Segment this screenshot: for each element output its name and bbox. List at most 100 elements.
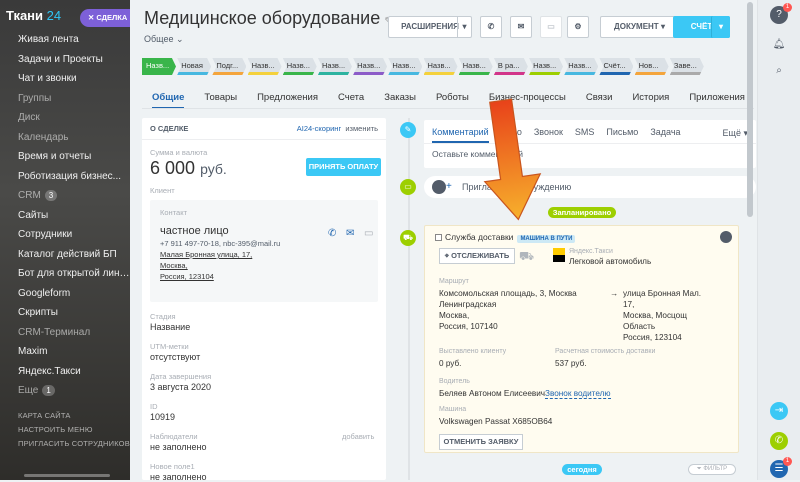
tab-item[interactable]: Роботы xyxy=(436,92,469,109)
chat-icon[interactable]: ▭ xyxy=(364,228,373,239)
sidebar-item[interactable]: Диск xyxy=(0,108,130,128)
stage-step[interactable]: Назв... xyxy=(317,58,352,75)
timeline-editor: КомментарийДелоЗвонокSMSПисьмоЗадача Ещё… xyxy=(424,120,756,168)
configure-menu-link[interactable]: НАСТРОИТЬ МЕНЮ xyxy=(0,423,130,437)
sidebar-item-label: Еще xyxy=(18,385,39,396)
bell-icon[interactable]: 🔔︎ xyxy=(770,36,788,54)
tab-item[interactable]: Предложения xyxy=(257,92,318,109)
more-tabs-button[interactable]: Ещё ▾ xyxy=(723,128,748,139)
pipeline-label: Общее xyxy=(144,34,174,44)
sidebar-item[interactable]: Календарь xyxy=(0,128,130,148)
track-label: ОТСЛЕЖИВАТЬ xyxy=(451,251,510,260)
invoice-dropdown-icon[interactable]: ▾ xyxy=(711,16,730,38)
phone-icon[interactable]: ✆ xyxy=(770,432,788,450)
tab-item[interactable]: Заказы xyxy=(384,92,416,109)
pipeline-selector[interactable]: Общее ⌄ xyxy=(144,34,184,45)
invite-to-discussion[interactable]: + Пригласить к обсуждению xyxy=(424,176,756,198)
sidebar-item[interactable]: Яндекс.Такси xyxy=(0,362,130,382)
sidebar-scroll-handle[interactable] xyxy=(24,474,110,477)
chat-icon[interactable]: ▭ xyxy=(540,16,562,38)
brand-name: Ткани xyxy=(6,7,44,23)
stage-step[interactable]: Подг... xyxy=(212,58,247,75)
stage-step[interactable]: Назв... xyxy=(282,58,317,75)
tab-item[interactable]: Связи xyxy=(586,92,613,109)
scoring-edit-link[interactable]: изменить xyxy=(345,124,378,133)
sidebar-item[interactable]: Сайты xyxy=(0,206,130,226)
timeline-tab[interactable]: Задача xyxy=(650,127,680,137)
sidebar-item[interactable]: Роботизация бизнес... xyxy=(0,167,130,187)
document-button[interactable]: ДОКУМЕНТ ▾ xyxy=(600,16,679,38)
sidebar-item[interactable]: Скрипты xyxy=(0,303,130,323)
contact-name[interactable]: частное лицо xyxy=(160,225,368,237)
contact-address-2[interactable]: Москва, xyxy=(160,261,368,270)
stage-step[interactable]: Назв... xyxy=(529,58,564,75)
open-lines-icon[interactable]: ⇥ xyxy=(770,402,788,420)
call-driver-link[interactable]: Звонок водителю xyxy=(545,388,611,399)
timeline-tab[interactable]: Письмо xyxy=(606,127,638,137)
sidebar-item[interactable]: CRM 3 xyxy=(0,186,130,206)
stage-step[interactable]: Назв... xyxy=(388,58,423,75)
stage-step[interactable]: Новая xyxy=(177,58,212,75)
contact-address-3[interactable]: Россия, 123104 xyxy=(160,272,368,281)
sidebar-item[interactable]: CRM-Терминал xyxy=(0,323,130,343)
from-line-3: Москва, xyxy=(439,311,470,320)
sidebar-item[interactable]: Чат и звонки xyxy=(0,69,130,89)
stage-step[interactable]: Счёт... xyxy=(599,58,634,75)
email-icon[interactable]: ✉ xyxy=(510,16,532,38)
avatar[interactable] xyxy=(720,231,732,243)
invite-staff-link[interactable]: ПРИГЛАСИТЬ СОТРУДНИКОВ xyxy=(0,437,130,451)
stage-step[interactable]: Нов... xyxy=(634,58,669,75)
page-title: Медицинское оборудование✎ ⚭ xyxy=(144,8,404,29)
sidebar-item[interactable]: Googleform xyxy=(0,284,130,304)
tab-item[interactable]: Счета xyxy=(338,92,364,109)
sitemap-link[interactable]: КАРТА САЙТА xyxy=(0,409,130,423)
delivery-checkbox[interactable] xyxy=(435,234,442,242)
scoring-link[interactable]: AI24-скоринг xyxy=(297,124,341,133)
gear-icon[interactable]: ⚙ xyxy=(567,16,589,38)
stage-step[interactable]: Назв... xyxy=(142,58,176,75)
page-scrollbar[interactable] xyxy=(747,2,753,217)
stage-step[interactable]: Назв... xyxy=(423,58,458,75)
observers-label: Наблюдатели xyxy=(150,432,198,441)
sidebar-item[interactable]: Группы xyxy=(0,89,130,109)
stage-step[interactable]: Назв... xyxy=(353,58,388,75)
phone-icon[interactable]: ✆ xyxy=(480,16,502,38)
track-button[interactable]: ⌖ ОТСЛЕЖИВАТЬ xyxy=(439,248,515,264)
close-deal-button[interactable]: ✕ СДЕЛКА xyxy=(80,9,132,27)
sidebar-item[interactable]: Сотрудники xyxy=(0,225,130,245)
chat-icon[interactable]: ☰ 1 xyxy=(770,457,792,478)
comment-input[interactable]: Оставьте комментарий xyxy=(424,144,756,159)
stage-step[interactable]: В ра... xyxy=(493,58,528,75)
sidebar-item[interactable]: Maxim xyxy=(0,342,130,362)
add-user-icon[interactable]: + xyxy=(446,176,452,198)
sidebar-item[interactable]: Живая лента xyxy=(0,30,130,50)
route-label: Маршрут xyxy=(439,278,469,285)
timeline-tab[interactable]: SMS xyxy=(575,127,595,137)
tab-item[interactable]: Товары xyxy=(204,92,237,109)
contact-address-1[interactable]: Малая Бронная улица, 17, xyxy=(160,250,368,259)
stage-step[interactable]: Назв... xyxy=(458,58,493,75)
extensions-dropdown-icon[interactable]: ▾ xyxy=(457,17,471,37)
search-icon[interactable]: ⌕ xyxy=(770,62,788,80)
sidebar-item[interactable]: Бот для открытой линии xyxy=(0,264,130,284)
stage-step[interactable]: Назв... xyxy=(247,58,282,75)
id-value: 10919 xyxy=(150,412,176,422)
tab-item[interactable]: Приложения xyxy=(689,92,745,109)
tab-item[interactable]: Общие xyxy=(152,92,185,109)
help-icon[interactable]: ? 1 xyxy=(770,3,792,24)
sidebar-item[interactable]: Время и отчеты xyxy=(0,147,130,167)
extensions-button[interactable]: РАСШИРЕНИЯ ▾ xyxy=(388,16,472,38)
deal-amount: 6 000 руб. xyxy=(150,158,227,179)
phone-icon[interactable]: ✆ xyxy=(328,228,336,239)
add-observer-link[interactable]: добавить xyxy=(342,432,374,441)
stage-step[interactable]: Назв... xyxy=(564,58,599,75)
tab-item[interactable]: История xyxy=(632,92,669,109)
sidebar-item[interactable]: Еще 1 xyxy=(0,381,130,401)
email-icon[interactable]: ✉ xyxy=(346,228,354,239)
sidebar-item[interactable]: Задачи и Проекты xyxy=(0,50,130,70)
sidebar-item[interactable]: Каталог действий БП xyxy=(0,245,130,265)
cancel-order-button[interactable]: ОТМЕНИТЬ ЗАЯВКУ xyxy=(439,434,523,450)
filter-button[interactable]: ⏷ ФИЛЬТР xyxy=(688,464,736,475)
stage-step[interactable]: Заве... xyxy=(669,58,704,75)
accept-payment-button[interactable]: ПРИНЯТЬ ОПЛАТУ xyxy=(306,158,381,176)
